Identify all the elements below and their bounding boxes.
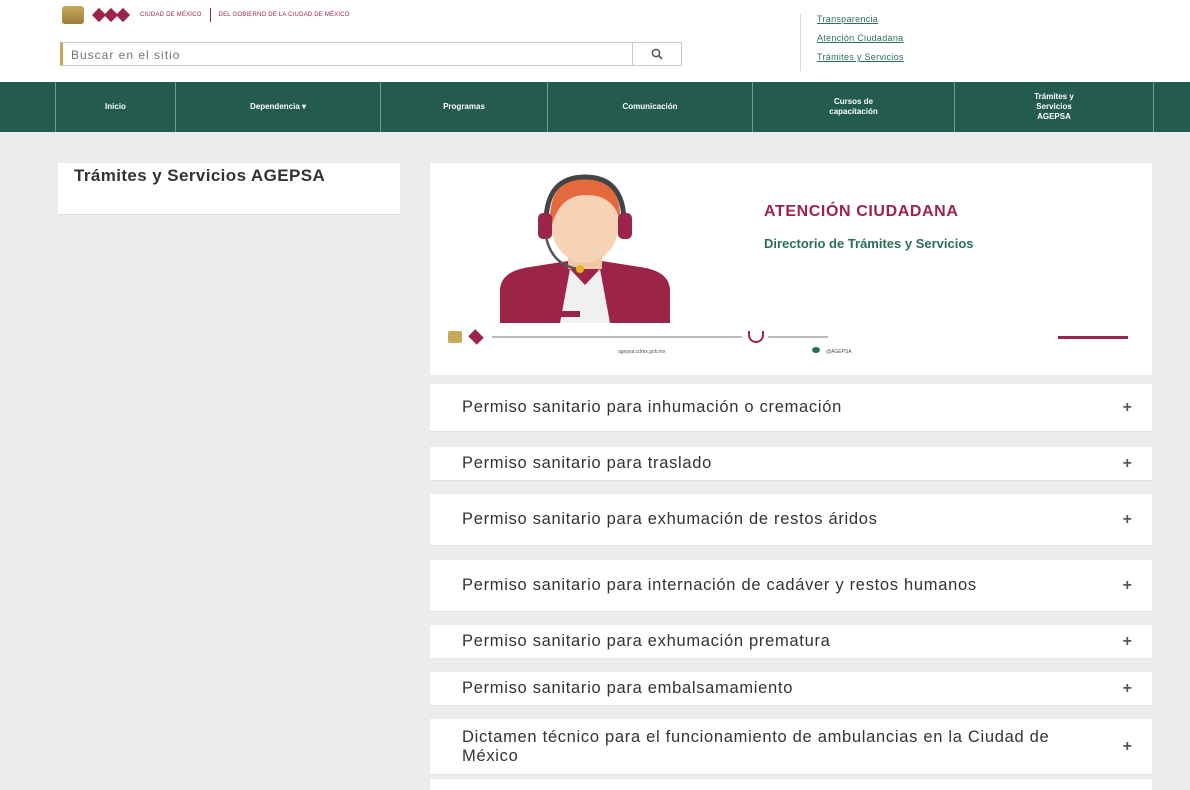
plus-icon[interactable]: + bbox=[1123, 577, 1132, 595]
site-header: CIUDAD DE MÉXICO DEL GOBIERNO DE LA CIUD… bbox=[0, 0, 1190, 82]
accordion-item-title: Permiso sanitario para exhumación de res… bbox=[462, 510, 878, 528]
plus-icon[interactable]: + bbox=[1123, 738, 1132, 756]
plus-icon[interactable]: + bbox=[1123, 455, 1132, 473]
plus-icon[interactable]: + bbox=[1123, 511, 1132, 529]
banner: ATENCIÓN CIUDADANA Directorio de Trámite… bbox=[430, 163, 1152, 375]
banner-footer: agepsa.cdmx.gob.mx @AGEPSA bbox=[448, 329, 1138, 357]
footer-website: agepsa.cdmx.gob.mx bbox=[618, 349, 666, 355]
nav-item-inicio[interactable]: Inicio bbox=[55, 82, 175, 132]
nav-item-comunicacion[interactable]: Comunicación bbox=[547, 82, 752, 132]
sidebar: Trámites y Servicios AGEPSA bbox=[58, 163, 400, 215]
accordion-item[interactable]: Permiso sanitario para internación de ca… bbox=[430, 560, 1152, 612]
footer-divider bbox=[768, 336, 828, 338]
cdmx-logo-icon bbox=[468, 329, 484, 345]
plus-icon[interactable]: + bbox=[1123, 680, 1132, 698]
nav-item-dependencia[interactable]: Dependencia ▾ bbox=[175, 82, 380, 132]
cdmx-logo-icon bbox=[91, 6, 132, 24]
accordion-item-title: Dictamen técnico para el funcionamiento … bbox=[462, 727, 1050, 765]
health-logo-icon bbox=[748, 331, 764, 343]
logo-text-government: DEL GOBIERNO DE LA CIUDAD DE MÉXICO bbox=[218, 12, 350, 18]
link-transparency[interactable]: Transparencia bbox=[817, 14, 904, 24]
search-button[interactable] bbox=[632, 43, 681, 65]
nav-item-cursos[interactable]: Cursos de capacitación bbox=[752, 82, 954, 132]
banner-subtitle: Directorio de Trámites y Servicios bbox=[764, 236, 974, 251]
logo-text-city: CIUDAD DE MÉXICO bbox=[140, 12, 202, 18]
main-navigation: Inicio Dependencia ▾ Programas Comunicac… bbox=[0, 82, 1190, 132]
link-citizen-attention[interactable]: Atención Ciudadana bbox=[817, 33, 904, 43]
banner-title: ATENCIÓN CIUDADANA bbox=[764, 203, 959, 220]
link-procedures-services[interactable]: Trámites y Servicios bbox=[817, 52, 904, 62]
logo-divider bbox=[209, 8, 211, 22]
coat-of-arms-icon bbox=[448, 331, 462, 343]
accordion-item[interactable]: Permiso sanitario para traslado + bbox=[430, 447, 1152, 481]
accordion-item-title: Permiso sanitario para traslado bbox=[462, 454, 713, 472]
search-input[interactable] bbox=[69, 43, 633, 67]
plus-icon[interactable]: + bbox=[1123, 633, 1132, 651]
accordion-item-title: Permiso sanitario para exhumación premat… bbox=[462, 632, 831, 650]
accordion-item-title: Permiso sanitario para embalsamamiento bbox=[462, 679, 794, 697]
call-center-agent-illustration bbox=[500, 174, 670, 323]
twitter-icon bbox=[812, 347, 820, 353]
search-icon bbox=[651, 48, 663, 60]
footer-divider bbox=[492, 336, 742, 338]
nav-item-tramites-agepsa[interactable]: Trámites y Servicios AGEPSA bbox=[954, 82, 1154, 132]
nav-item-programas[interactable]: Programas bbox=[380, 82, 547, 132]
accordion-item-title: Permiso sanitario para internación de ca… bbox=[462, 576, 977, 594]
sidebar-title: Trámites y Servicios AGEPSA bbox=[74, 166, 326, 185]
footer-brand-bar bbox=[1058, 336, 1128, 339]
accordion-item[interactable]: Permiso sanitario para inhumación o crem… bbox=[430, 384, 1152, 432]
accordion-item[interactable]: Dictamen técnico para el funcionamiento … bbox=[430, 719, 1152, 775]
search-box bbox=[60, 42, 682, 67]
coat-of-arms-icon bbox=[62, 6, 84, 24]
accordion-item-title: Permiso sanitario para inhumación o crem… bbox=[462, 398, 842, 416]
footer-social: @AGEPSA bbox=[826, 349, 852, 355]
accordion-item[interactable]: Permiso sanitario para embalsamamiento + bbox=[430, 672, 1152, 706]
accordion-item[interactable]: Permiso sanitario para exhumación de res… bbox=[430, 494, 1152, 546]
plus-icon[interactable]: + bbox=[1123, 399, 1132, 417]
accordion-item-partial[interactable] bbox=[430, 779, 1152, 790]
government-logo[interactable]: CIUDAD DE MÉXICO DEL GOBIERNO DE LA CIUD… bbox=[62, 6, 350, 24]
top-links: Transparencia Atención Ciudadana Trámite… bbox=[800, 14, 904, 71]
accordion-item[interactable]: Permiso sanitario para exhumación premat… bbox=[430, 625, 1152, 659]
